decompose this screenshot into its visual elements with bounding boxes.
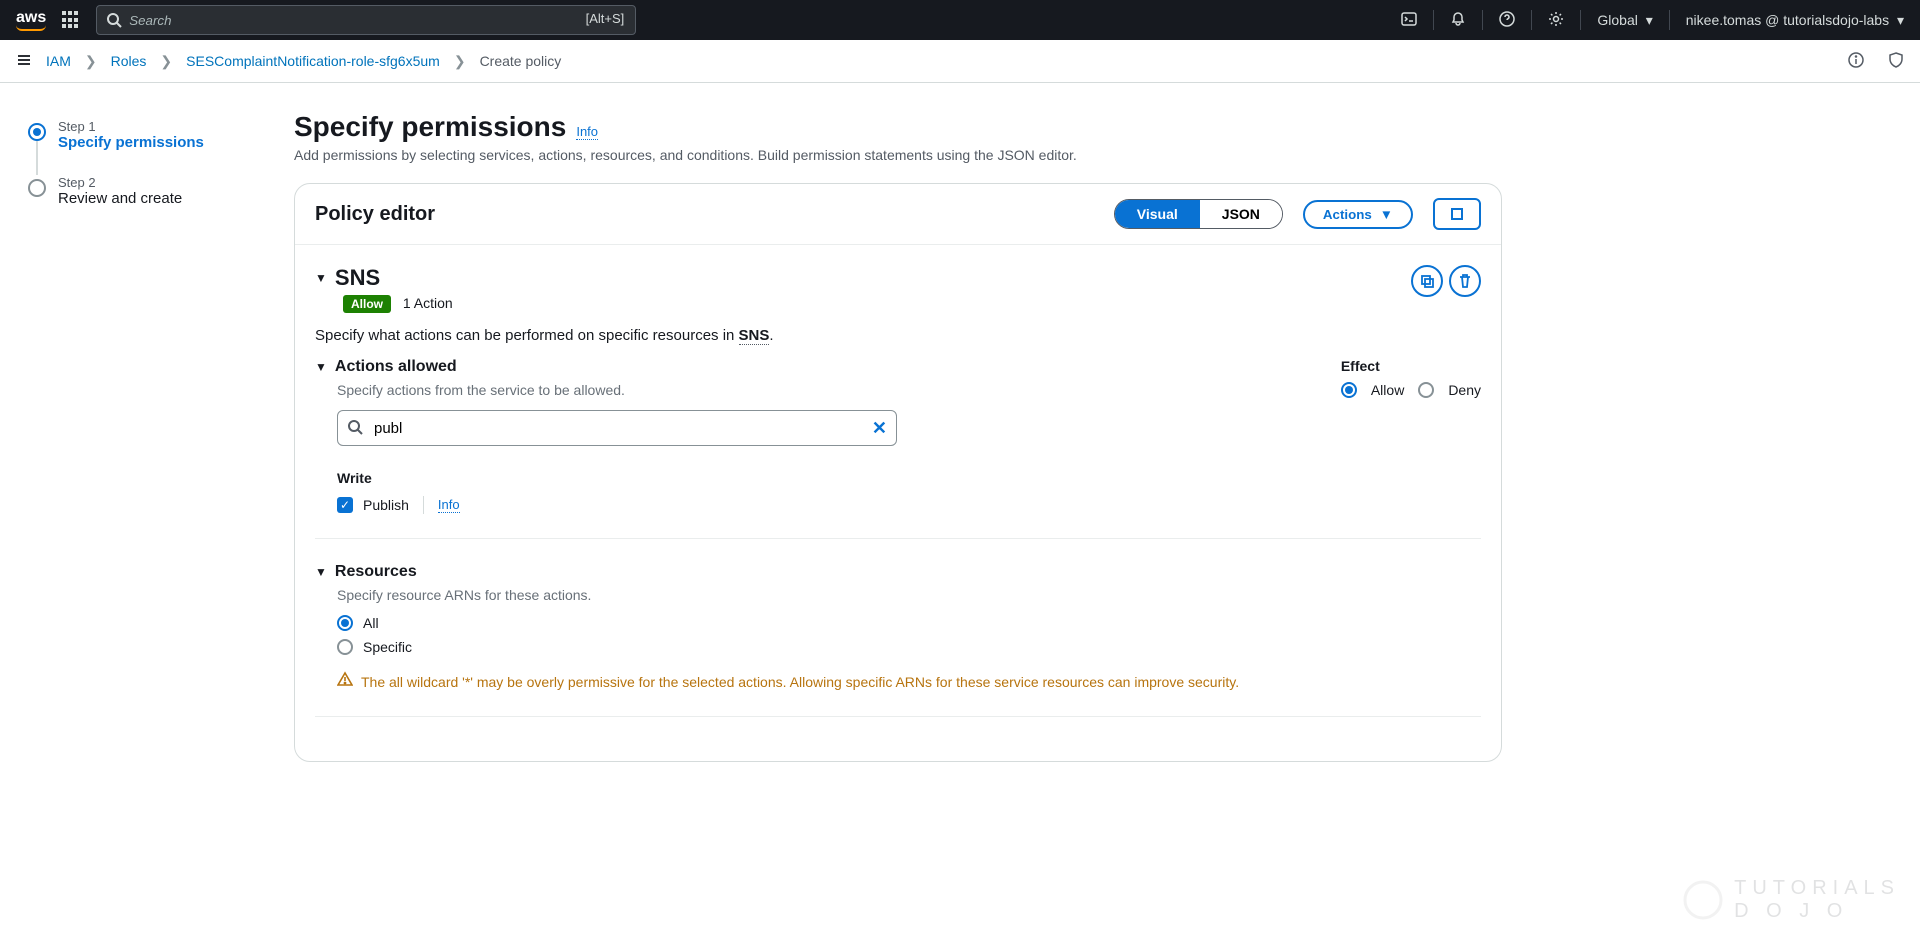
action-count: 1 Action bbox=[403, 295, 453, 311]
resources-all-label: All bbox=[363, 615, 379, 631]
actions-section-title: Actions allowed bbox=[335, 358, 457, 376]
watermark: TUTORIALS D O J O bbox=[1682, 877, 1900, 923]
effect-allow-radio[interactable] bbox=[1341, 382, 1357, 398]
policy-editor-title: Policy editor bbox=[315, 203, 435, 226]
actions-dropdown-button[interactable]: Actions ▼ bbox=[1303, 200, 1413, 229]
write-category-label: Write bbox=[337, 470, 1481, 486]
actions-section-help: Specify actions from the service to be a… bbox=[337, 382, 1481, 398]
collapse-icon[interactable]: ▼ bbox=[315, 360, 327, 374]
search-icon bbox=[347, 419, 363, 438]
divider bbox=[315, 716, 1481, 717]
info-icon[interactable] bbox=[1848, 52, 1864, 71]
resources-all-radio[interactable] bbox=[337, 615, 353, 631]
resources-specific-radio[interactable] bbox=[337, 639, 353, 655]
notifications-icon[interactable] bbox=[1450, 11, 1466, 30]
breadcrumb-role-name[interactable]: SESComplaintNotification-role-sfg6x5um bbox=[186, 53, 440, 69]
statement-description: Specify what actions can be performed on… bbox=[315, 327, 1481, 344]
effect-badge: Allow bbox=[343, 295, 391, 313]
global-search-input[interactable] bbox=[96, 5, 636, 35]
breadcrumb-roles[interactable]: Roles bbox=[111, 53, 147, 69]
settings-icon[interactable] bbox=[1548, 11, 1564, 30]
fullscreen-button[interactable] bbox=[1433, 198, 1481, 230]
cloudshell-icon[interactable] bbox=[1401, 11, 1417, 30]
effect-allow-label: Allow bbox=[1371, 382, 1404, 398]
step-number: Step 1 bbox=[58, 119, 204, 134]
step-label: Review and create bbox=[58, 190, 182, 207]
nav-toggle-icon[interactable] bbox=[16, 52, 32, 71]
resources-section-title: Resources bbox=[335, 563, 417, 581]
publish-checkbox[interactable]: ✓ bbox=[337, 497, 353, 513]
resources-specific-label: Specific bbox=[363, 639, 412, 655]
services-grid-icon[interactable] bbox=[62, 11, 80, 29]
chevron-right-icon: ❯ bbox=[454, 53, 466, 70]
resources-section-help: Specify resource ARNs for these actions. bbox=[337, 587, 1481, 603]
editor-mode-toggle: Visual JSON bbox=[1114, 199, 1283, 229]
collapse-icon[interactable]: ▼ bbox=[315, 271, 327, 285]
aws-logo[interactable]: aws bbox=[16, 9, 46, 31]
chevron-right-icon: ❯ bbox=[160, 53, 172, 70]
chevron-right-icon: ❯ bbox=[85, 53, 97, 70]
step-indicator-icon bbox=[28, 179, 46, 197]
editor-mode-visual[interactable]: Visual bbox=[1115, 200, 1200, 228]
step-number: Step 2 bbox=[58, 175, 182, 190]
page-info-link[interactable]: Info bbox=[576, 124, 598, 140]
effect-title: Effect bbox=[1341, 358, 1481, 374]
effect-deny-label: Deny bbox=[1448, 382, 1481, 398]
caret-down-icon: ▼ bbox=[1380, 207, 1393, 222]
duplicate-statement-button[interactable] bbox=[1411, 265, 1443, 297]
step-indicator-active-icon bbox=[28, 123, 46, 141]
page-description: Add permissions by selecting services, a… bbox=[294, 147, 1502, 163]
divider bbox=[423, 496, 424, 514]
warning-icon bbox=[337, 671, 353, 692]
editor-mode-json[interactable]: JSON bbox=[1200, 200, 1282, 228]
collapse-icon[interactable]: ▼ bbox=[315, 565, 327, 579]
divider bbox=[315, 538, 1481, 539]
clear-search-icon[interactable]: ✕ bbox=[872, 418, 887, 439]
step-label: Specify permissions bbox=[58, 134, 204, 151]
shield-icon[interactable] bbox=[1888, 52, 1904, 71]
account-menu[interactable]: nikee.tomas @ tutorialsdojo-labs ▾ bbox=[1686, 12, 1904, 29]
effect-deny-radio[interactable] bbox=[1418, 382, 1434, 398]
page-title: Specify permissions bbox=[294, 111, 566, 143]
publish-info-link[interactable]: Info bbox=[438, 497, 460, 513]
search-icon bbox=[106, 12, 122, 31]
wizard-step-1[interactable]: Step 1 Specify permissions bbox=[28, 119, 280, 151]
wildcard-warning-text: The all wildcard '*' may be overly permi… bbox=[361, 674, 1239, 690]
breadcrumb-current: Create policy bbox=[480, 53, 562, 69]
help-icon[interactable] bbox=[1499, 11, 1515, 30]
search-shortcut-hint: [Alt+S] bbox=[586, 11, 625, 26]
wizard-step-2[interactable]: Step 2 Review and create bbox=[28, 175, 280, 207]
breadcrumb-iam[interactable]: IAM bbox=[46, 53, 71, 69]
region-selector[interactable]: Global ▾ bbox=[1597, 12, 1652, 29]
publish-action-label: Publish bbox=[363, 497, 409, 513]
delete-statement-button[interactable] bbox=[1449, 265, 1481, 297]
actions-search-input[interactable] bbox=[337, 410, 897, 446]
statement-service-name: SNS bbox=[335, 265, 380, 291]
